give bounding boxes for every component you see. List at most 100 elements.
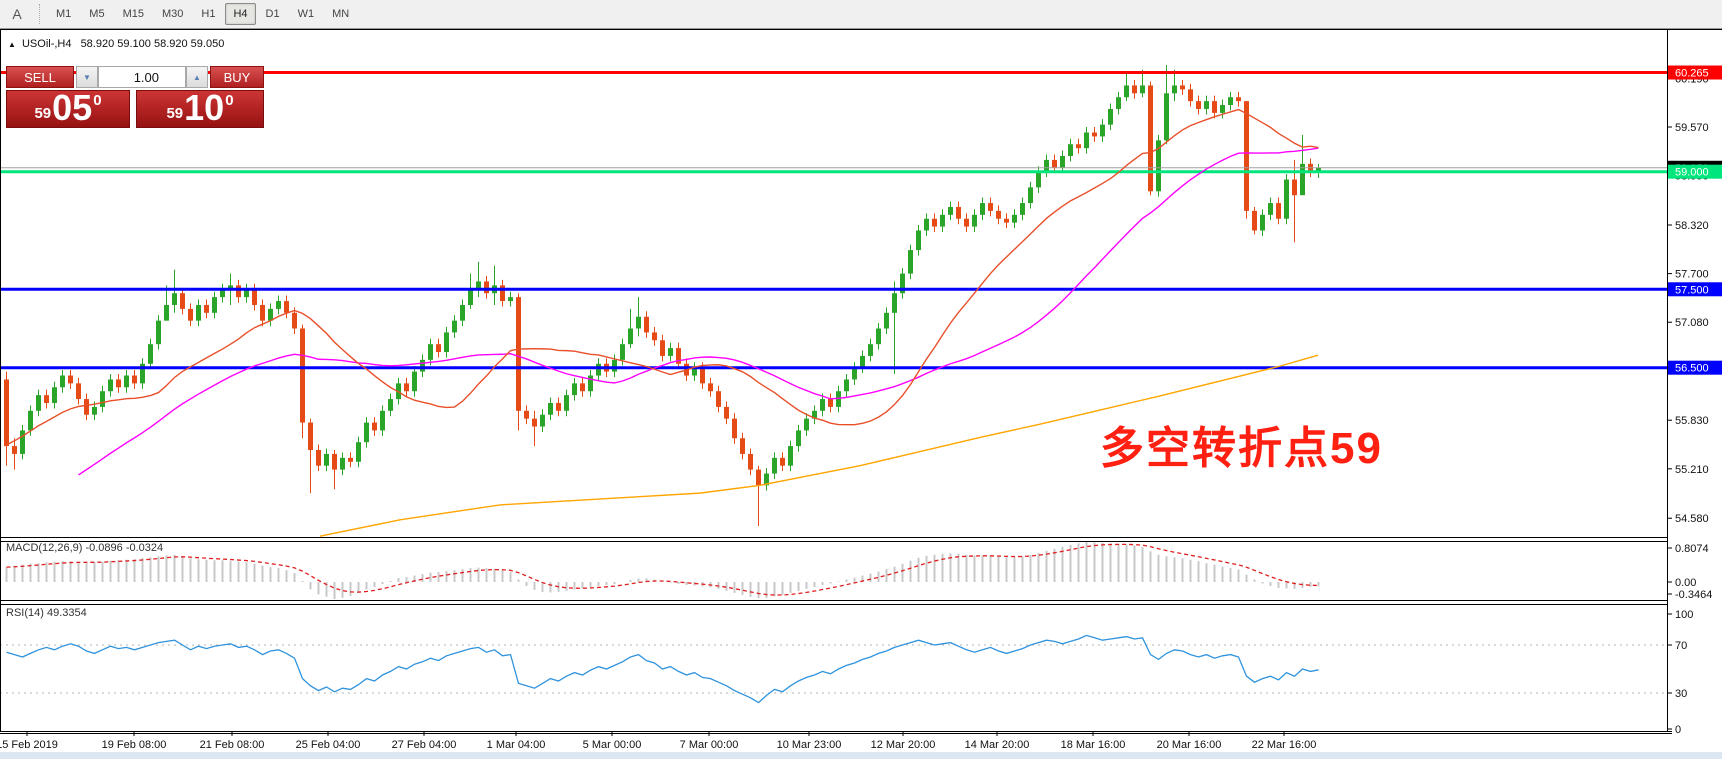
candlestick (428, 344, 433, 360)
candlestick (188, 309, 193, 321)
candlestick (12, 446, 17, 454)
candlestick (196, 305, 201, 321)
candlestick (1116, 97, 1121, 109)
candlestick (852, 368, 857, 380)
candlestick (1172, 85, 1177, 93)
buy-price-small: 59 (166, 106, 183, 121)
candlestick (276, 301, 281, 309)
candlestick (1284, 180, 1289, 219)
date-axis-label: 21 Feb 08:00 (200, 739, 265, 751)
candlestick (844, 379, 849, 391)
candlestick (652, 332, 657, 340)
candlestick (884, 313, 889, 329)
price-axis-label: 0.00 (1675, 577, 1696, 589)
candlestick (1140, 85, 1145, 93)
price-axis-label: 55.830 (1675, 415, 1709, 427)
date-axis-label: 22 Mar 16:00 (1252, 739, 1317, 751)
candlestick (108, 379, 113, 391)
candlestick (1244, 101, 1249, 211)
candlestick (748, 454, 753, 470)
candlestick (620, 344, 625, 360)
candlestick (36, 395, 41, 411)
volume-increase-button[interactable]: ▲ (186, 66, 208, 88)
candlestick (868, 344, 873, 356)
candlestick (1036, 172, 1041, 188)
date-axis-label: 25 Feb 04:00 (296, 739, 361, 751)
candlestick (1108, 109, 1113, 125)
candlestick (1268, 203, 1273, 215)
candlestick (564, 395, 569, 411)
candlestick (1164, 93, 1169, 140)
candlestick (628, 328, 633, 344)
candlestick (404, 383, 409, 391)
candlestick (444, 332, 449, 352)
candlestick (180, 293, 185, 309)
candlestick (308, 423, 313, 450)
candlestick (4, 379, 9, 446)
candlestick (668, 348, 673, 356)
candlestick (1092, 132, 1097, 136)
candlestick (1260, 215, 1265, 231)
candlestick (164, 305, 169, 321)
date-axis-label: 10 Mar 23:00 (777, 739, 842, 751)
volume-decrease-button[interactable]: ▼ (76, 66, 98, 88)
price-axis-label: 54.580 (1675, 513, 1709, 525)
candlestick (420, 360, 425, 372)
candlestick (916, 230, 921, 250)
candlestick (540, 415, 545, 427)
candlestick (548, 403, 553, 415)
candlestick (204, 305, 209, 313)
buy-price-big: 10 (184, 93, 224, 124)
candlestick (412, 372, 417, 392)
symbol-label: USOil-,H4 (22, 38, 72, 50)
candlestick (1300, 164, 1305, 195)
candlestick (356, 442, 361, 462)
candlestick (988, 203, 993, 211)
candlestick (1060, 156, 1065, 168)
candlestick (716, 391, 721, 407)
candlestick (68, 376, 73, 384)
candlestick (700, 368, 705, 384)
price-axis-label: 70 (1675, 640, 1687, 652)
candlestick (932, 219, 937, 227)
candlestick (348, 458, 353, 462)
price-axis-label: 0.8074 (1675, 543, 1709, 555)
collapse-arrow-icon[interactable]: ▲ (8, 40, 16, 49)
candlestick (924, 219, 929, 231)
candlestick (500, 285, 505, 301)
candlestick (948, 207, 953, 215)
candlestick (732, 419, 737, 439)
candlestick (28, 411, 33, 431)
candlestick (572, 383, 577, 395)
candlestick (828, 399, 833, 407)
candlestick (908, 250, 913, 274)
price-axis-label: 59.570 (1675, 122, 1709, 134)
candlestick (972, 215, 977, 227)
candlestick (1236, 97, 1241, 101)
candlestick (1068, 144, 1073, 156)
candlestick (644, 317, 649, 333)
candlestick (1148, 85, 1153, 191)
candlestick (740, 438, 745, 454)
buy-price-tile[interactable]: 59 10 0 (136, 90, 264, 128)
buy-button[interactable]: BUY (210, 66, 264, 88)
candlestick (212, 297, 217, 313)
candlestick (316, 450, 321, 466)
sell-price-tile[interactable]: 59 05 0 (6, 90, 130, 128)
sell-button[interactable]: SELL (6, 66, 74, 88)
candlestick (116, 379, 121, 387)
candlestick (1004, 219, 1009, 223)
date-axis-label: 18 Mar 16:00 (1061, 739, 1126, 751)
candlestick (1196, 101, 1201, 109)
sell-price-small: 59 (34, 106, 51, 121)
candlestick (132, 376, 137, 384)
candlestick (1100, 125, 1105, 137)
candlestick (60, 376, 65, 388)
candlestick (388, 399, 393, 411)
chart-header: ▲ USOil-,H4 58.920 59.100 58.920 59.050 (8, 38, 224, 50)
candlestick (1252, 211, 1257, 231)
candlestick (1228, 97, 1233, 105)
candlestick (980, 203, 985, 215)
chart-annotation-text: 多空转折点59 (1100, 412, 1383, 476)
volume-input[interactable]: 1.00 (98, 66, 186, 88)
